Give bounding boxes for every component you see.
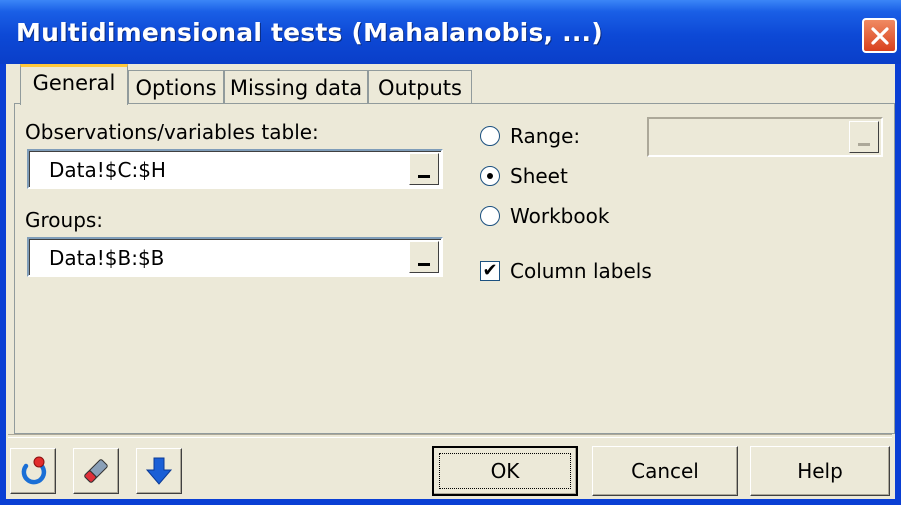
close-button[interactable]: [862, 18, 897, 53]
range-picker-icon: [418, 175, 430, 178]
groups-value: Data!$B:$B: [49, 246, 165, 270]
button-bar: OK Cancel Help: [6, 434, 895, 499]
range-picker-icon: [418, 263, 430, 266]
checkbox-checked: ✔: [480, 261, 500, 281]
clear-button[interactable]: [73, 448, 119, 494]
tab-general[interactable]: General: [20, 64, 128, 105]
tab-general-label: General: [32, 71, 116, 95]
radio-button: [480, 126, 500, 146]
focus-rectangle: [439, 453, 571, 489]
groups-range-picker-button[interactable]: [409, 241, 439, 273]
observations-field[interactable]: Data!$C:$H: [27, 149, 443, 189]
help-button[interactable]: Help: [750, 446, 890, 496]
title-bar: Multidimensional tests (Mahalanobis, ...…: [0, 0, 901, 64]
help-label: Help: [797, 459, 843, 483]
output-sheet-radio[interactable]: Sheet: [480, 164, 568, 188]
ok-button[interactable]: OK: [432, 446, 578, 496]
groups-field[interactable]: Data!$B:$B: [27, 237, 443, 277]
eraser-icon: [84, 459, 108, 483]
tab-strip: General Options Missing data Outputs: [14, 64, 894, 105]
close-icon: [870, 26, 889, 45]
tab-outputs-label: Outputs: [378, 75, 462, 100]
column-labels-checkbox[interactable]: ✔ Column labels: [480, 259, 652, 283]
range-label: Range:: [510, 124, 581, 148]
sheet-label: Sheet: [510, 164, 568, 188]
workbook-label: Workbook: [510, 204, 610, 228]
cancel-button[interactable]: Cancel: [592, 446, 738, 496]
tab-options[interactable]: Options: [128, 70, 224, 104]
radio-button-selected: [480, 166, 500, 186]
tab-missing-data[interactable]: Missing data: [224, 70, 368, 104]
groups-label: Groups:: [25, 208, 104, 232]
observations-value: Data!$C:$H: [49, 158, 166, 182]
observations-range-picker-button[interactable]: [409, 153, 439, 185]
dialog-window: Multidimensional tests (Mahalanobis, ...…: [0, 0, 901, 505]
general-panel: Observations/variables table: Data!$C:$H…: [14, 103, 895, 434]
reset-icon: [21, 456, 47, 485]
cancel-label: Cancel: [631, 459, 699, 483]
reset-button[interactable]: [10, 448, 56, 494]
column-labels-label: Column labels: [510, 259, 652, 283]
output-range-field[interactable]: [647, 117, 883, 157]
tab-options-label: Options: [135, 75, 217, 100]
tab-outputs[interactable]: Outputs: [368, 70, 472, 104]
output-range-radio[interactable]: Range:: [480, 124, 580, 148]
output-range-picker-button[interactable]: [849, 121, 879, 153]
tab-missing-data-label: Missing data: [229, 75, 363, 100]
window-title: Multidimensional tests (Mahalanobis, ...…: [16, 18, 603, 47]
down-arrow-icon: [145, 457, 173, 485]
radio-button: [480, 206, 500, 226]
output-workbook-radio[interactable]: Workbook: [480, 204, 609, 228]
range-picker-icon: [858, 143, 870, 146]
separator: [8, 434, 892, 438]
move-down-button[interactable]: [136, 448, 182, 494]
observations-label: Observations/variables table:: [25, 120, 319, 144]
